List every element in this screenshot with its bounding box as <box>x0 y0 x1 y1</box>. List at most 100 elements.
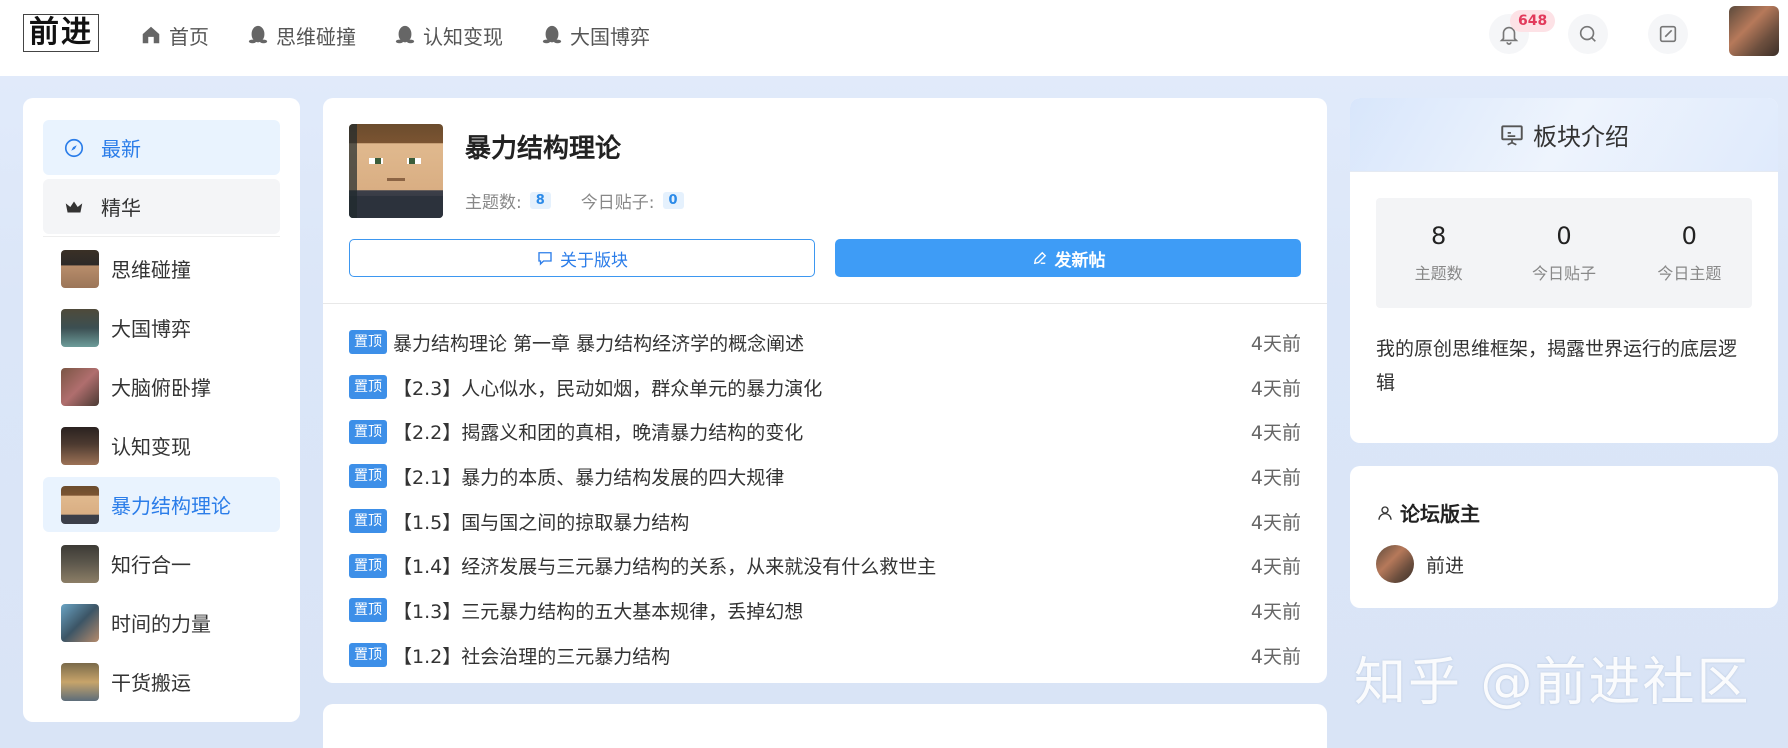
sidebar-item-label: 思维碰撞 <box>111 258 191 282</box>
sidebar-item-label: 知行合一 <box>111 553 191 577</box>
thread-time: 4天前 <box>1250 511 1301 534</box>
pinned-tag: 置顶 <box>349 464 387 489</box>
moderator-avatar[interactable] <box>1376 545 1414 583</box>
intro-header-title: 板块介绍 <box>1533 123 1629 151</box>
thread-row[interactable]: 置顶 【1.5】国与国之间的掠取暴力结构 4天前 <box>349 499 1301 544</box>
thread-title[interactable]: 暴力结构理论 第一章 暴力结构经济学的概念阐述 <box>393 329 804 356</box>
stat-value: 8 <box>1431 222 1447 250</box>
board-thumbnail <box>61 308 99 347</box>
board-thumbnail <box>61 544 99 583</box>
moderator-item[interactable]: 前进 <box>1376 545 1464 583</box>
pinned-tag: 置顶 <box>349 643 387 668</box>
stat-value: 0 <box>1556 222 1572 250</box>
stat-label: 今日贴子 <box>1531 264 1596 283</box>
sidebar-item-resources[interactable]: 干货搬运 <box>43 654 280 709</box>
sidebar-item-brain-pushup[interactable]: 大脑俯卧撑 <box>43 359 280 414</box>
thread-title[interactable]: 【2.1】暴力的本质、暴力结构发展的四大规律 <box>393 463 784 490</box>
stat-topics: 8 主题数 <box>1376 198 1501 308</box>
stat-label: 今日主题 <box>1657 264 1722 283</box>
today-posts-count: 0 <box>662 192 684 209</box>
board-cover-image <box>349 124 443 218</box>
board-thumbnail <box>61 249 99 288</box>
thread-title[interactable]: 【1.3】三元暴力结构的五大基本规律，丢掉幻想 <box>393 597 803 624</box>
nav-cognition-label: 认知变现 <box>423 24 503 49</box>
sidebar-item-geopolitics[interactable]: 大国博弈 <box>43 300 280 355</box>
sidebar-item-featured[interactable]: 精华 <box>43 179 280 234</box>
new-post-button[interactable]: 发新帖 <box>835 239 1301 277</box>
topics-label: 主题数: <box>465 193 522 213</box>
sidebar-item-label: 大脑俯卧撑 <box>111 376 211 400</box>
sidebar-item-thinking[interactable]: 思维碰撞 <box>43 241 280 296</box>
sidebar-item-label: 时间的力量 <box>111 612 211 636</box>
thread-title[interactable]: 【1.2】社会治理的三元暴力结构 <box>393 642 670 669</box>
nav-thinking-label: 思维碰撞 <box>276 24 356 49</box>
sidebar-item-unity[interactable]: 知行合一 <box>43 536 280 591</box>
thread-row[interactable]: 置顶 【2.1】暴力的本质、暴力结构发展的四大规律 4天前 <box>349 454 1301 499</box>
board-card: 暴力结构理论 主题数: 8 今日贴子: 0 关于版块 发新帖 置顶 暴力结构理论… <box>323 98 1327 683</box>
board-intro-card: 板块介绍 8 主题数 0 今日贴子 0 今日主题 我的原创思维框架，揭露世界运行… <box>1350 98 1778 443</box>
site-logo[interactable]: 前进 <box>23 14 99 52</box>
thread-row[interactable]: 置顶 【2.3】人心似水，民动如烟，群众单元的暴力演化 4天前 <box>349 365 1301 410</box>
nav-home-label: 首页 <box>169 24 209 49</box>
intro-stats: 8 主题数 0 今日贴子 0 今日主题 <box>1376 198 1752 308</box>
write-button[interactable] <box>1648 14 1688 54</box>
sidebar-item-cognition[interactable]: 认知变现 <box>43 418 280 473</box>
user-avatar[interactable] <box>1729 6 1779 56</box>
notification-count-badge: 648 <box>1510 10 1556 32</box>
sidebar-item-violence-theory[interactable]: 暴力结构理论 <box>43 477 280 532</box>
pinned-tag: 置顶 <box>349 509 387 534</box>
next-card-partial <box>323 704 1327 748</box>
thread-row[interactable]: 置顶 【1.3】三元暴力结构的五大基本规律，丢掉幻想 4天前 <box>349 588 1301 633</box>
board-thumbnail <box>61 485 99 524</box>
edit-icon <box>1659 25 1677 43</box>
main-nav: 首页 思维碰撞 认知变现 大国博弈 <box>140 0 688 70</box>
comment-icon <box>538 252 552 266</box>
thread-row[interactable]: 置顶 暴力结构理论 第一章 暴力结构经济学的概念阐述 4天前 <box>349 320 1301 365</box>
pen-icon <box>1033 251 1046 265</box>
stat-value: 0 <box>1681 222 1697 250</box>
board-title: 暴力结构理论 <box>465 134 622 164</box>
pinned-tag: 置顶 <box>349 375 387 400</box>
nav-geopolitics[interactable]: 大国博弈 <box>541 21 650 50</box>
stat-label: 主题数 <box>1414 264 1463 283</box>
user-icon <box>1378 505 1392 520</box>
thread-time: 4天前 <box>1250 556 1301 579</box>
compass-icon <box>63 137 85 159</box>
crown-icon <box>63 196 85 218</box>
thread-title[interactable]: 【2.2】揭露义和团的真相，晚清暴力结构的变化 <box>393 418 803 445</box>
pinned-tag: 置顶 <box>349 598 387 623</box>
presentation-icon <box>1501 124 1523 146</box>
thread-title[interactable]: 【1.4】经济发展与三元暴力结构的关系，从来就没有什么救世主 <box>393 552 936 579</box>
board-thumbnail <box>61 603 99 642</box>
sidebar-item-label: 干货搬运 <box>111 671 191 695</box>
stat-today-posts: 0 今日贴子 <box>1501 198 1626 308</box>
pinned-tag: 置顶 <box>349 553 387 578</box>
nav-thinking[interactable]: 思维碰撞 <box>247 21 356 50</box>
card-divider <box>323 303 1327 304</box>
nav-home[interactable]: 首页 <box>140 21 209 50</box>
thread-row[interactable]: 置顶 【1.2】社会治理的三元暴力结构 4天前 <box>349 633 1301 678</box>
sidebar-divider <box>43 236 280 237</box>
thread-title[interactable]: 【1.5】国与国之间的掠取暴力结构 <box>393 508 689 535</box>
board-thumbnail <box>61 426 99 465</box>
top-navbar: 前进 首页 思维碰撞 认知变现 大国博弈 648 <box>0 0 1788 76</box>
pinned-tag: 置顶 <box>349 330 387 355</box>
board-thumbnail <box>61 662 99 701</box>
search-button[interactable] <box>1568 14 1608 54</box>
thread-time: 4天前 <box>1250 332 1301 355</box>
intro-header: 板块介绍 <box>1350 98 1778 172</box>
thread-row[interactable]: 置顶 【2.2】揭露义和团的真相，晚清暴力结构的变化 4天前 <box>349 409 1301 454</box>
sidebar-item-latest[interactable]: 最新 <box>43 120 280 175</box>
moderators-title-text: 论坛版主 <box>1400 502 1480 526</box>
sidebar-item-time-power[interactable]: 时间的力量 <box>43 595 280 650</box>
thread-time: 4天前 <box>1250 600 1301 623</box>
about-board-button[interactable]: 关于版块 <box>349 239 815 277</box>
moderator-name[interactable]: 前进 <box>1426 551 1464 578</box>
thread-row[interactable]: 置顶 【1.4】经济发展与三元暴力结构的关系，从来就没有什么救世主 4天前 <box>349 543 1301 588</box>
thread-title[interactable]: 【2.3】人心似水，民动如烟，群众单元的暴力演化 <box>393 374 822 401</box>
qq-penguin-icon <box>247 24 269 46</box>
sidebar-item-label: 最新 <box>101 137 141 161</box>
nav-cognition[interactable]: 认知变现 <box>394 21 503 50</box>
qq-penguin-icon <box>394 24 416 46</box>
board-thumbnail <box>61 367 99 406</box>
